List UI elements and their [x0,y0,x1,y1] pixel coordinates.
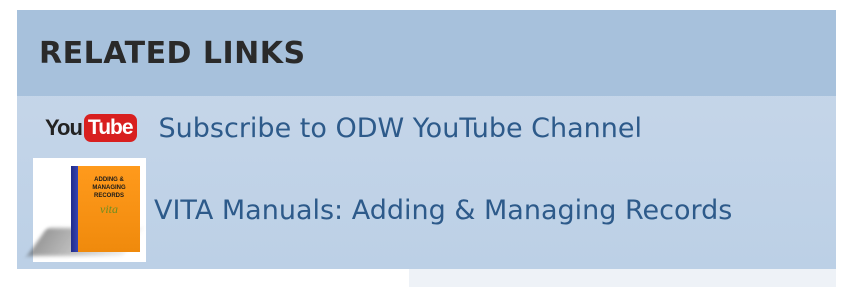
youtube-logo-you: You [45,115,83,140]
vita-manuals-link[interactable]: ADDING & MANAGING RECORDS vita VITA Manu… [27,158,732,262]
youtube-logo-tube: Tube [83,114,137,142]
youtube-link-text[interactable]: Subscribe to ODW YouTube Channel [159,113,642,144]
vita-link-text[interactable]: VITA Manuals: Adding & Managing Records [154,195,732,226]
vita-manual-book-icon[interactable]: ADDING & MANAGING RECORDS vita [27,158,146,262]
book-cover-line: ADDING & [94,177,124,183]
book-cover-line: MANAGING [92,185,126,191]
book-cover-brand: vita [100,202,118,216]
related-links-panel: RELATED LINKS You Tube Subscribe to ODW … [17,10,836,269]
panel-title: RELATED LINKS [39,36,306,71]
youtube-channel-link[interactable]: You Tube Subscribe to ODW YouTube Channe… [45,105,642,151]
panel-header: RELATED LINKS [17,10,836,96]
youtube-logo-icon[interactable]: You Tube [45,112,137,144]
book-cover: ADDING & MANAGING RECORDS vita [78,166,140,252]
book-cover-line: RECORDS [93,193,124,199]
bottom-strip [409,269,836,287]
